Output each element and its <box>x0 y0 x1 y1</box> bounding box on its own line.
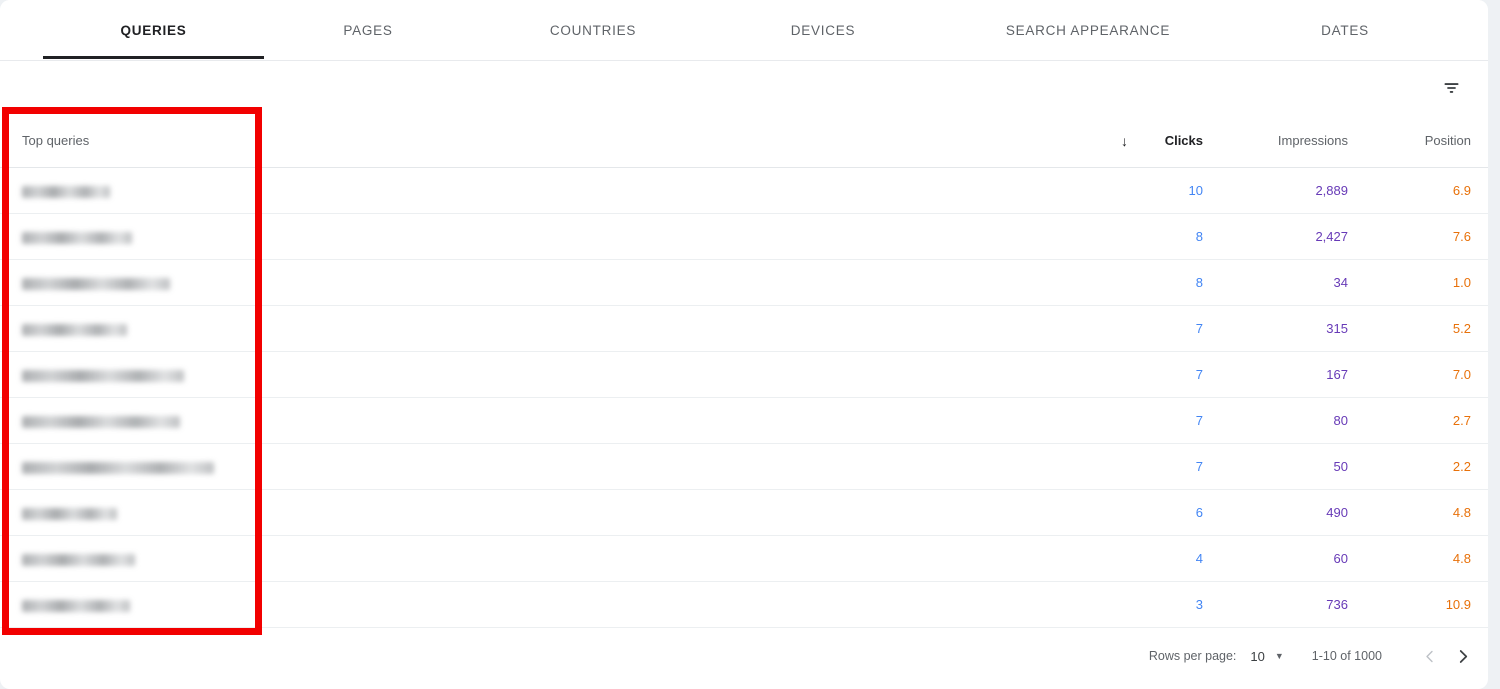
table-row[interactable]: 8 34 1.0 <box>0 260 1488 306</box>
table-row[interactable]: 3 736 10.9 <box>0 582 1488 628</box>
redacted-query-text <box>22 461 214 474</box>
cell-position: 2.7 <box>1452 413 1471 428</box>
cell-query <box>0 275 1083 290</box>
pagination-range-text: 1-10 of 1000 <box>1311 649 1382 663</box>
pagination-controls: Rows per page: 10 ▼ 1-10 of 1000 <box>1149 636 1480 676</box>
cell-position: 4.8 <box>1452 551 1471 566</box>
cell-impressions: 315 <box>1326 321 1348 336</box>
cell-query <box>0 505 1083 520</box>
table-row[interactable]: 4 60 4.8 <box>0 536 1488 582</box>
cell-query <box>0 367 1083 382</box>
cell-position: 7.0 <box>1452 367 1471 382</box>
previous-page-button[interactable] <box>1412 639 1446 673</box>
cell-position: 1.0 <box>1452 275 1471 290</box>
redacted-query-text <box>22 553 135 566</box>
cell-impressions: 736 <box>1326 597 1348 612</box>
redacted-query-text <box>22 507 117 520</box>
cell-position: 10.9 <box>1445 597 1471 612</box>
cell-clicks: 8 <box>1195 275 1203 290</box>
cell-query <box>0 413 1083 428</box>
table-row[interactable]: 7 167 7.0 <box>0 352 1488 398</box>
cell-clicks: 7 <box>1195 321 1203 336</box>
queries-table: Top queries ↓ Clicks Impressions Positio… <box>0 113 1488 628</box>
chevron-right-icon <box>1459 649 1467 663</box>
table-row[interactable]: 8 2,427 7.6 <box>0 214 1488 260</box>
rows-per-page-value[interactable]: 10 <box>1250 649 1264 664</box>
tab-countries[interactable]: COUNTRIES <box>513 0 673 60</box>
tab-dates[interactable]: DATES <box>1265 0 1425 60</box>
search-performance-card: QUERIES PAGES COUNTRIES DEVICES SEARCH A… <box>0 0 1488 689</box>
column-header-impressions[interactable]: Impressions <box>1203 133 1348 148</box>
cell-clicks: 6 <box>1195 505 1203 520</box>
rows-per-page-label: Rows per page: <box>1148 649 1237 663</box>
cell-query <box>0 321 1083 336</box>
redacted-query-text <box>22 231 132 244</box>
column-header-clicks[interactable]: ↓ Clicks <box>1083 133 1203 148</box>
cell-query <box>0 229 1083 244</box>
sort-descending-icon: ↓ <box>1121 132 1128 149</box>
table-row[interactable]: 7 80 2.7 <box>0 398 1488 444</box>
cell-clicks: 7 <box>1195 459 1203 474</box>
tab-bar: QUERIES PAGES COUNTRIES DEVICES SEARCH A… <box>0 0 1488 61</box>
column-header-position[interactable]: Position <box>1348 133 1488 148</box>
filter-button[interactable] <box>1434 70 1468 104</box>
next-page-button[interactable] <box>1446 639 1480 673</box>
cell-position: 6.9 <box>1452 183 1471 198</box>
redacted-query-text <box>22 277 170 290</box>
redacted-query-text <box>22 369 184 382</box>
cell-position: 4.8 <box>1452 505 1471 520</box>
cell-impressions: 34 <box>1333 275 1348 290</box>
cell-position: 7.6 <box>1452 229 1471 244</box>
cell-position: 5.2 <box>1452 321 1471 336</box>
tab-devices[interactable]: DEVICES <box>743 0 903 60</box>
cell-query <box>0 551 1083 566</box>
cell-query <box>0 597 1083 612</box>
cell-impressions: 80 <box>1333 413 1348 428</box>
column-header-top-queries[interactable]: Top queries <box>0 133 1083 148</box>
cell-clicks: 10 <box>1188 183 1203 198</box>
cell-impressions: 167 <box>1326 367 1348 382</box>
table-row[interactable]: 7 315 5.2 <box>0 306 1488 352</box>
cell-query <box>0 459 1083 474</box>
filter-icon <box>1444 82 1458 93</box>
cell-impressions: 60 <box>1333 551 1348 566</box>
cell-impressions: 2,889 <box>1315 183 1348 198</box>
redacted-query-text <box>22 323 127 336</box>
tab-search-appearance[interactable]: SEARCH APPEARANCE <box>988 0 1188 60</box>
tab-queries[interactable]: QUERIES <box>43 0 264 60</box>
table-row[interactable]: 7 50 2.2 <box>0 444 1488 490</box>
redacted-query-text <box>22 415 180 428</box>
cell-impressions: 490 <box>1326 505 1348 520</box>
active-tab-indicator <box>43 56 264 59</box>
cell-clicks: 8 <box>1195 229 1203 244</box>
table-header-row: Top queries ↓ Clicks Impressions Positio… <box>0 113 1488 168</box>
tab-pages[interactable]: PAGES <box>288 0 448 60</box>
cell-impressions: 50 <box>1333 459 1348 474</box>
table-row[interactable]: 10 2,889 6.9 <box>0 168 1488 214</box>
cell-clicks: 3 <box>1195 597 1203 612</box>
chevron-down-icon[interactable]: ▼ <box>1275 651 1284 661</box>
cell-clicks: 7 <box>1195 413 1203 428</box>
cell-position: 2.2 <box>1452 459 1471 474</box>
table-toolbar <box>0 61 1488 113</box>
cell-query <box>0 183 1083 198</box>
table-row[interactable]: 6 490 4.8 <box>0 490 1488 536</box>
chevron-left-icon <box>1425 650 1433 662</box>
screenshot-root: QUERIES PAGES COUNTRIES DEVICES SEARCH A… <box>0 0 1500 689</box>
cell-clicks: 7 <box>1195 367 1203 382</box>
cell-clicks: 4 <box>1195 551 1203 566</box>
column-header-clicks-label: Clicks <box>1164 132 1203 148</box>
cell-impressions: 2,427 <box>1315 229 1348 244</box>
redacted-query-text <box>22 599 130 612</box>
redacted-query-text <box>22 185 110 198</box>
